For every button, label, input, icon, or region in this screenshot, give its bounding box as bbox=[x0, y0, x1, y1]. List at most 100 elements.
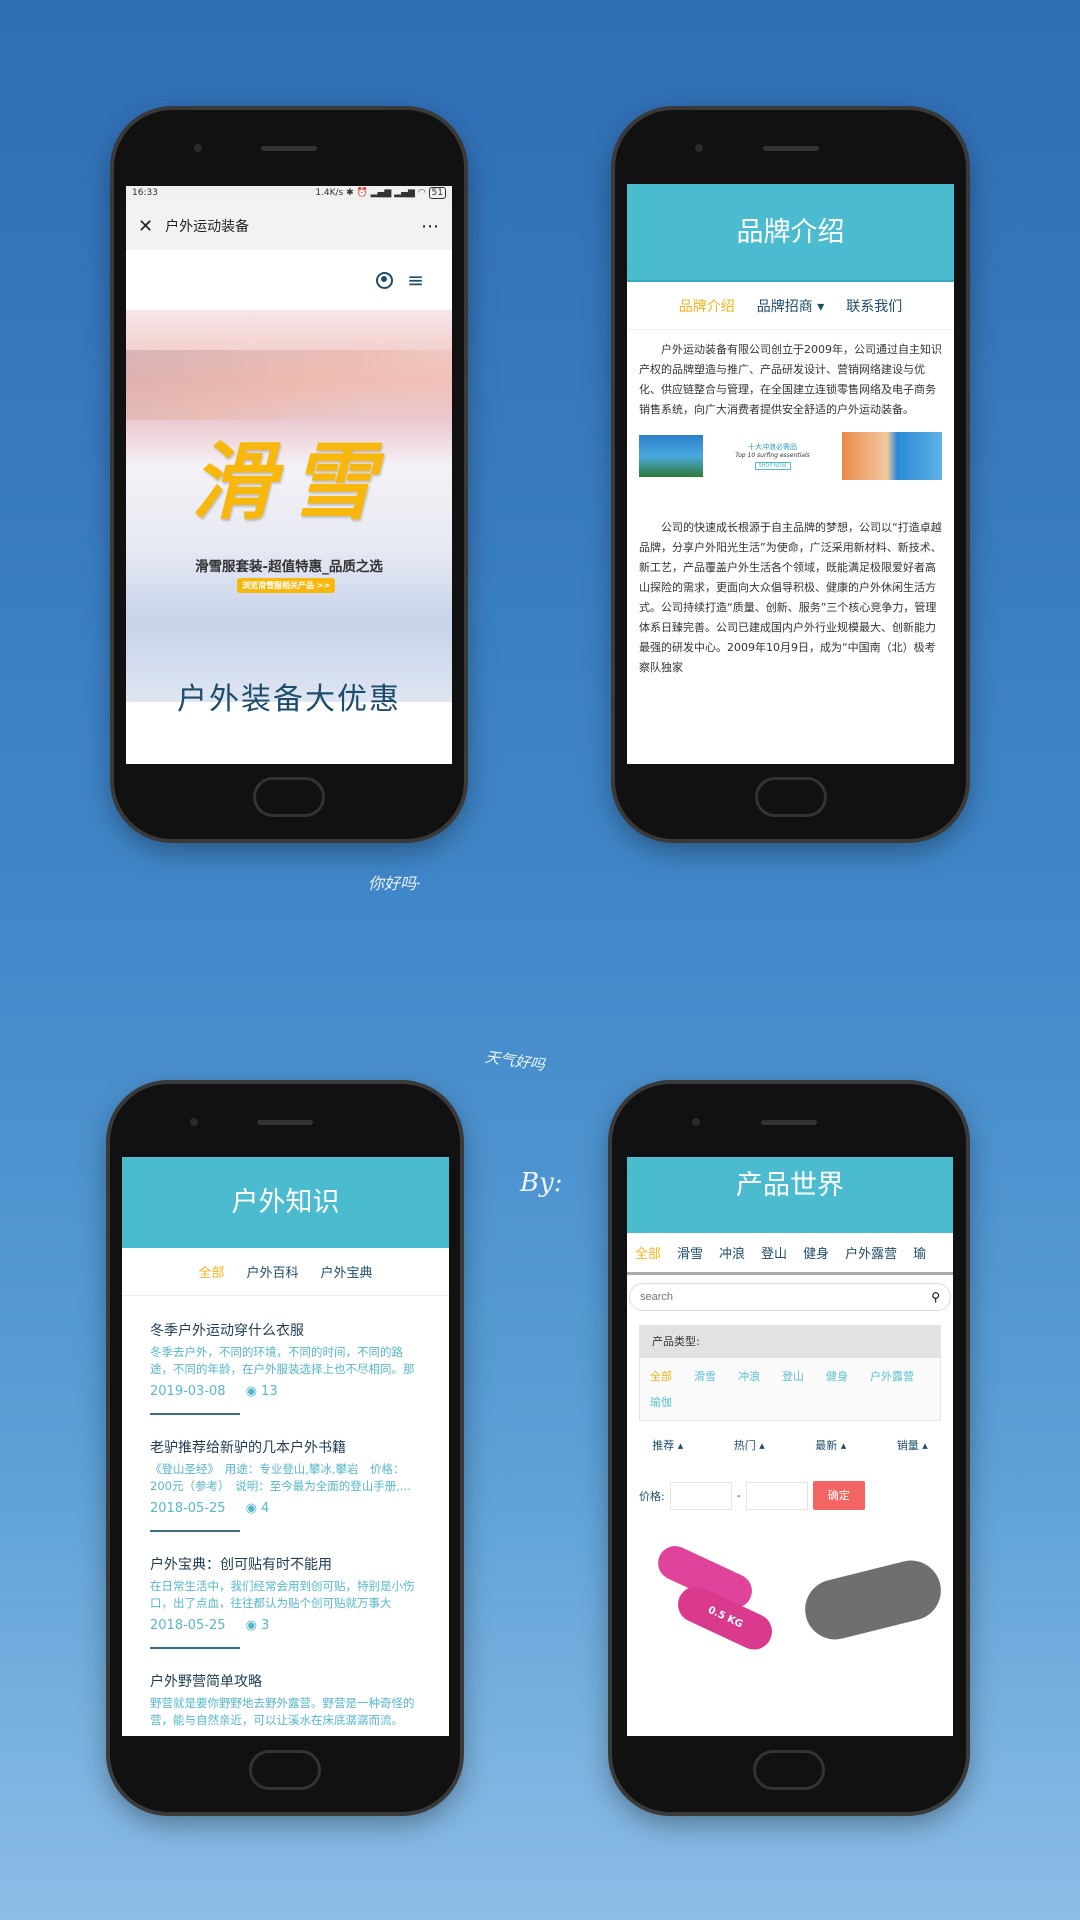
shop-now-button[interactable]: SHOP NOW bbox=[754, 462, 791, 470]
product-tabs: 全部 滑雪 冲浪 登山 健身 户外露营 瑜 bbox=[627, 1233, 953, 1275]
article-date: 2019-03-08 bbox=[150, 1384, 226, 1399]
nav-brand-intro[interactable]: 品牌介绍 bbox=[679, 296, 735, 316]
promo-subtitle: Top 10 surfing essentials bbox=[735, 452, 810, 459]
eye-icon: ◉ bbox=[245, 1384, 257, 1399]
home-button[interactable] bbox=[249, 1750, 321, 1790]
view-count: 4 bbox=[261, 1501, 270, 1516]
section-title: 户外装备大优惠 bbox=[177, 682, 401, 717]
brand-nav: 品牌介绍 品牌招商 ▾ 联系我们 bbox=[627, 282, 954, 330]
intro-paragraph-1: 户外运动装备有限公司创立于2009年，公司通过自主知识产权的品牌塑造与推广、产品… bbox=[639, 343, 942, 416]
view-count: 13 bbox=[261, 1384, 278, 1399]
ocean-image bbox=[639, 435, 703, 477]
type-camping[interactable]: 户外露营 bbox=[870, 1368, 914, 1384]
home-button[interactable] bbox=[253, 777, 325, 817]
product-dumbbells[interactable]: 0.5 KG bbox=[635, 1540, 785, 1660]
handwriting-3: By: bbox=[520, 1168, 563, 1198]
user-circle-icon[interactable] bbox=[376, 271, 394, 289]
handwriting-2: 天气好吗 bbox=[483, 1047, 546, 1075]
price-min-input[interactable] bbox=[669, 1481, 732, 1510]
home-button[interactable] bbox=[753, 1750, 825, 1790]
sort-hot[interactable]: 热门 ▴ bbox=[734, 1437, 765, 1453]
article-excerpt: 冬季去户外，不同的环境，不同的时间，不同的路途，不同的年龄，在户外服装选择上也不… bbox=[150, 1345, 415, 1376]
hero-banner[interactable]: 滑雪 滑雪服套装-超值特惠_品质之选 浏览滑雪服相关产品 >> bbox=[126, 310, 452, 702]
page-header: 品牌介绍 bbox=[627, 184, 954, 282]
screen-products: 产品世界 全部 滑雪 冲浪 登山 健身 户外露营 瑜 ⚲ 产品类型: 全部 滑雪… bbox=[627, 1157, 953, 1736]
article-excerpt: 野营就是要你野野地去野外露营。野营是一种奇怪的营，能与自然亲近，可以让溪水在床底… bbox=[150, 1696, 415, 1727]
page-header: 产品世界 bbox=[627, 1157, 953, 1233]
type-climb[interactable]: 登山 bbox=[782, 1368, 804, 1384]
banner-headline: 滑雪 bbox=[190, 433, 391, 531]
sort-newest[interactable]: 最新 ▴ bbox=[815, 1437, 846, 1453]
article-item[interactable]: 冬季户外运动穿什么衣服 冬季去户外，不同的环境，不同的时间，不同的路途，不同的年… bbox=[122, 1320, 449, 1415]
article-excerpt: 《登山圣经》 用途：专业登山,攀冰,攀岩 价格：200元（参考） 说明：至今最为… bbox=[150, 1462, 411, 1493]
tab-all[interactable]: 全部 bbox=[635, 1243, 661, 1262]
price-max-input[interactable] bbox=[745, 1481, 808, 1510]
price-separator: - bbox=[736, 1489, 741, 1502]
surfer-image bbox=[842, 432, 942, 480]
promo-banner[interactable]: 十大冲浪必需品 Top 10 surfing essentials SHOP N… bbox=[639, 432, 942, 480]
more-icon[interactable]: ⋯ bbox=[421, 216, 440, 237]
search-bar[interactable]: ⚲ bbox=[629, 1283, 951, 1311]
tab-climb[interactable]: 登山 bbox=[761, 1243, 787, 1262]
article-title[interactable]: 户外宝典：创可贴有时不能用 bbox=[150, 1554, 421, 1574]
title-bar: ✕ 户外运动装备 ⋯ bbox=[126, 202, 452, 250]
battery-icon: 51 bbox=[428, 187, 446, 199]
nav-brand-franchise[interactable]: 品牌招商 ▾ bbox=[757, 296, 824, 316]
article-item[interactable]: 户外宝典：创可贴有时不能用 在日常生活中，我们经常会用到创可贴，特别是小伤口，出… bbox=[122, 1554, 449, 1649]
page-title: 户外运动装备 bbox=[165, 219, 250, 235]
product-grid: 0.5 KG bbox=[635, 1540, 948, 1660]
type-ski[interactable]: 滑雪 bbox=[694, 1368, 716, 1384]
screen-knowledge: 户外知识 全部 户外百科 户外宝典 冬季户外运动穿什么衣服 冬季去户外，不同的环… bbox=[122, 1157, 449, 1736]
article-item[interactable]: 老驴推荐给新驴的几本户外书籍 《登山圣经》 用途：专业登山,攀冰,攀岩 价格：2… bbox=[122, 1437, 449, 1532]
eye-icon: ◉ bbox=[245, 1618, 257, 1633]
promo-title: 十大冲浪必需品 bbox=[748, 443, 797, 451]
product-yoga-bolster[interactable] bbox=[798, 1540, 948, 1660]
intro-paragraph-2: 公司的快速成长根源于自主品牌的梦想，公司以“打造卓越品牌，分享户外阳光生活”为使… bbox=[639, 521, 942, 674]
tab-surf[interactable]: 冲浪 bbox=[719, 1243, 745, 1262]
product-type-filter: 产品类型: 全部 滑雪 冲浪 登山 健身 户外露营 瑜伽 bbox=[639, 1325, 941, 1421]
divider bbox=[150, 1413, 240, 1415]
handwriting-1: 你好吗· bbox=[368, 874, 422, 893]
article-excerpt: 在日常生活中，我们经常会用到创可贴，特别是小伤口，出了点血，往往都认为贴个创可贴… bbox=[150, 1579, 415, 1610]
status-speed: 1.4K/s bbox=[315, 188, 344, 198]
article-title[interactable]: 户外野营简单攻略 bbox=[150, 1671, 421, 1691]
type-label: 产品类型: bbox=[640, 1326, 940, 1358]
article-title[interactable]: 冬季户外运动穿什么衣服 bbox=[150, 1320, 421, 1340]
article-date: 2018-05-25 bbox=[150, 1501, 226, 1516]
screen-home: 16:33 1.4K/s ✱ ⏰ ▂▄▆ ▂▄▆ ◠ 51 ✕ 户外运动装备 ⋯… bbox=[126, 186, 452, 764]
article-title[interactable]: 老驴推荐给新驴的几本户外书籍 bbox=[150, 1437, 421, 1457]
sort-recommended[interactable]: 推荐 ▴ bbox=[652, 1437, 683, 1453]
tab-fitness[interactable]: 健身 bbox=[803, 1243, 829, 1262]
sort-sales[interactable]: 销量 ▴ bbox=[897, 1437, 928, 1453]
tab-all[interactable]: 全部 bbox=[198, 1262, 224, 1281]
home-button[interactable] bbox=[754, 777, 827, 817]
banner-subtitle: 滑雪服套装-超值特惠_品质之选 bbox=[195, 559, 383, 575]
type-all[interactable]: 全部 bbox=[650, 1368, 672, 1384]
eye-icon: ◉ bbox=[245, 1501, 257, 1516]
close-icon[interactable]: ✕ bbox=[138, 216, 153, 237]
category-tabs: 全部 户外百科 户外宝典 bbox=[122, 1248, 449, 1296]
tab-ski[interactable]: 滑雪 bbox=[677, 1243, 703, 1262]
tab-yoga[interactable]: 瑜 bbox=[913, 1243, 926, 1262]
status-time: 16:33 bbox=[132, 188, 158, 198]
type-yoga[interactable]: 瑜伽 bbox=[650, 1394, 672, 1410]
hamburger-menu-icon[interactable]: ≡ bbox=[407, 268, 424, 292]
site-header: ≡ bbox=[126, 250, 452, 310]
tab-handbook[interactable]: 户外宝典 bbox=[321, 1262, 373, 1281]
article-date: 2018-05-25 bbox=[150, 1618, 226, 1633]
search-icon[interactable]: ⚲ bbox=[931, 1290, 940, 1304]
nav-contact[interactable]: 联系我们 bbox=[846, 296, 902, 316]
tab-encyclopedia[interactable]: 户外百科 bbox=[246, 1262, 298, 1281]
type-surf[interactable]: 冲浪 bbox=[738, 1368, 760, 1384]
divider bbox=[150, 1530, 240, 1532]
view-count: 3 bbox=[261, 1618, 270, 1633]
tab-camping[interactable]: 户外露营 bbox=[845, 1243, 897, 1262]
confirm-button[interactable]: 确定 bbox=[812, 1481, 865, 1510]
divider bbox=[150, 1647, 240, 1649]
article-item[interactable]: 户外野营简单攻略 野营就是要你野野地去野外露营。野营是一种奇怪的营，能与自然亲近… bbox=[122, 1671, 449, 1729]
search-input[interactable] bbox=[640, 1291, 840, 1303]
type-fitness[interactable]: 健身 bbox=[826, 1368, 848, 1384]
price-label: 价格: bbox=[639, 1489, 665, 1503]
screen-brand: 品牌介绍 品牌介绍 品牌招商 ▾ 联系我们 户外运动装备有限公司创立于2009年… bbox=[627, 184, 954, 764]
banner-button[interactable]: 浏览滑雪服相关产品 >> bbox=[237, 578, 336, 593]
